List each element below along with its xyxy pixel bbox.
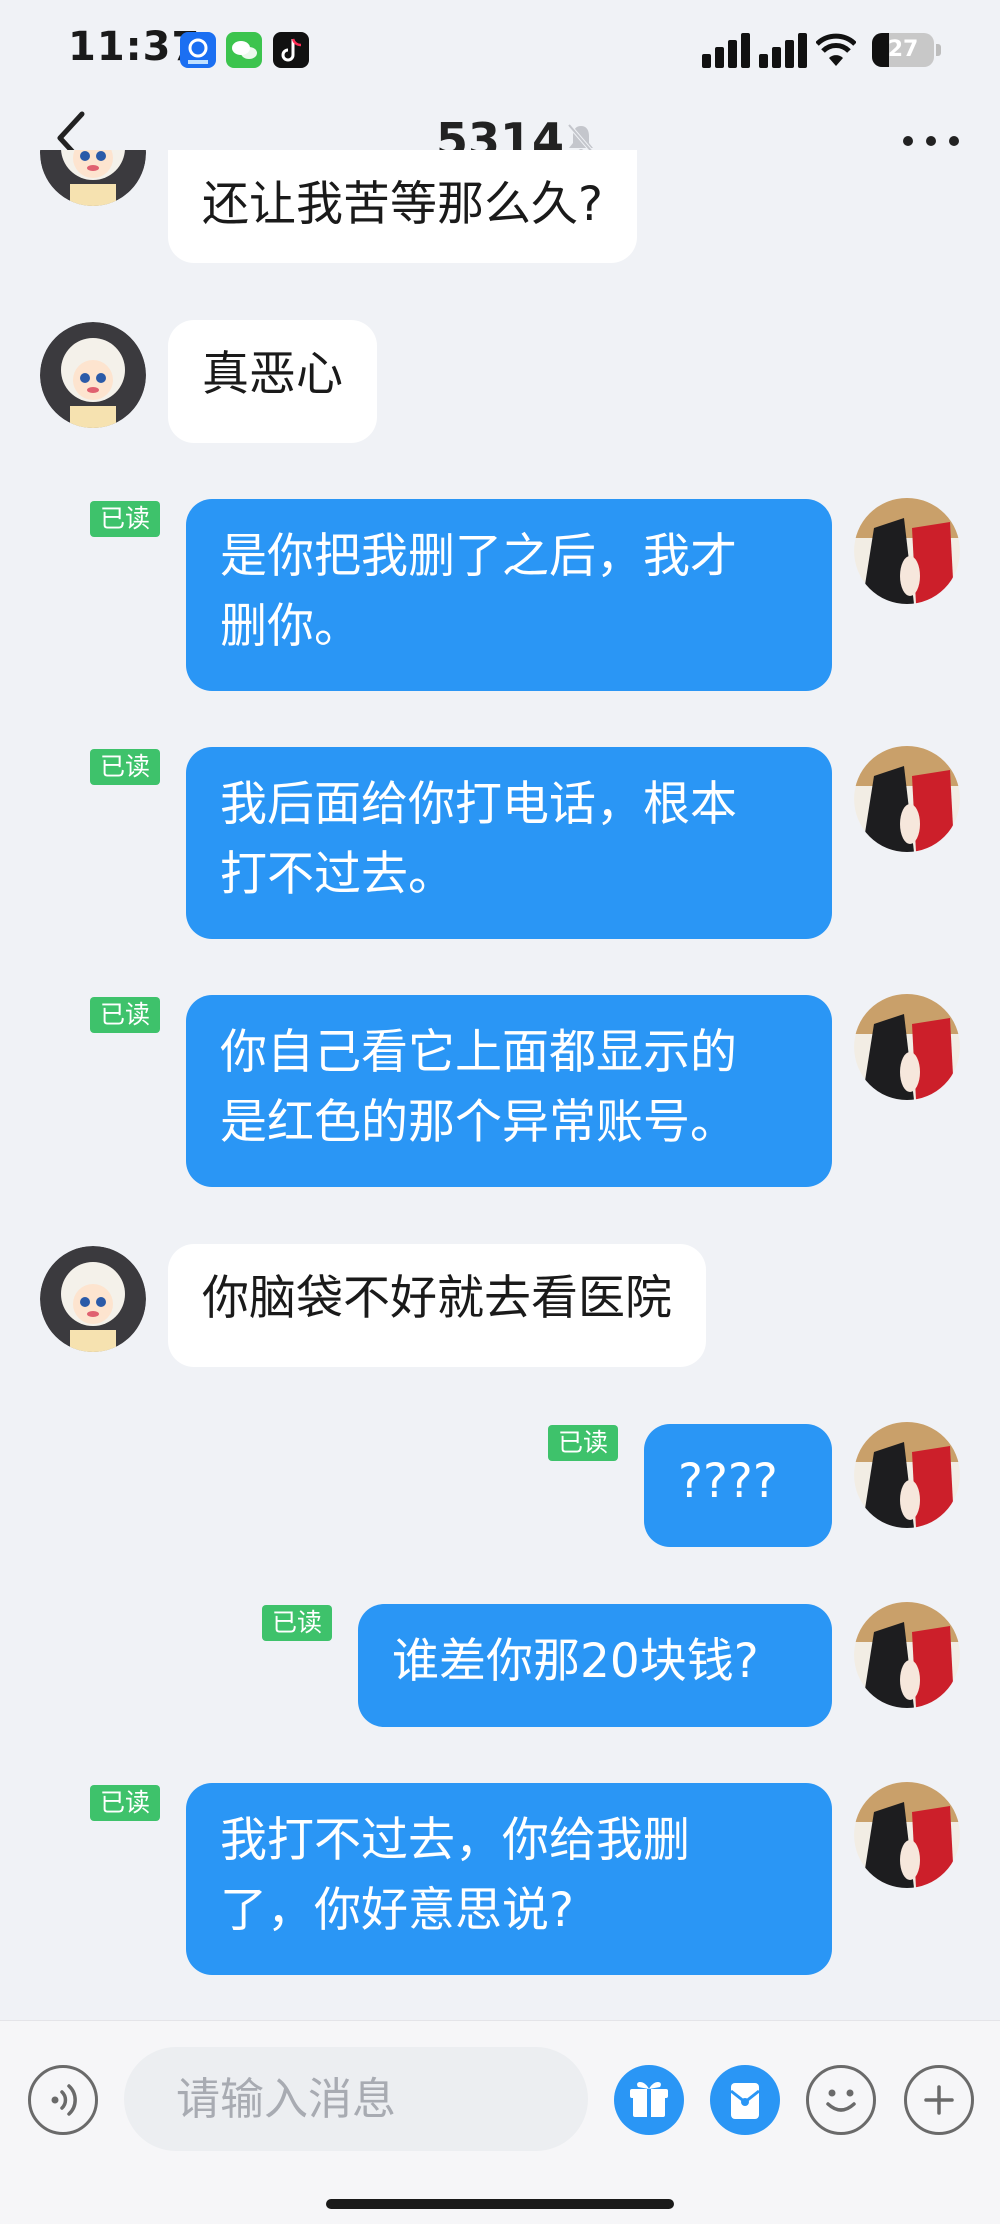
my-avatar[interactable] — [854, 1602, 960, 1708]
contact-avatar[interactable] — [40, 322, 146, 428]
message-text: 谁差你那20块钱? — [392, 1634, 759, 1689]
message-input[interactable] — [124, 2047, 588, 2151]
red-packet-icon — [730, 2083, 760, 2119]
message-text: 真恶心 — [202, 347, 343, 402]
message-bubble-outgoing[interactable]: 我打不过去，你给我删 了，你好意思说? — [186, 1783, 832, 1975]
my-avatar[interactable] — [854, 1782, 960, 1888]
read-receipt-badge: 已读 — [90, 501, 161, 537]
message-bubble-outgoing[interactable]: ???? — [644, 1424, 832, 1547]
wifi-icon — [816, 33, 856, 66]
battery-icon: 27 — [872, 33, 942, 67]
read-receipt-badge: 已读 — [548, 1425, 619, 1461]
red-packet-button[interactable] — [710, 2065, 780, 2135]
my-avatar[interactable] — [854, 746, 960, 852]
input-toolbar — [0, 2020, 1000, 2224]
message-list[interactable]: 还让我苦等那么久? 真恶心 已读 是你把我删了之后，我才 删你。 已读 我后面给… — [0, 150, 1000, 2020]
app-notification-icon — [180, 32, 216, 68]
contact-avatar[interactable] — [40, 1246, 146, 1352]
voice-icon — [51, 2084, 77, 2116]
message-bubble-incoming[interactable]: 真恶心 — [168, 320, 377, 443]
message-text-line: 我后面给你打电话，根本 — [220, 777, 737, 832]
message-bubble-outgoing[interactable]: 你自己看它上面都显示的 是红色的那个异常账号。 — [186, 995, 832, 1187]
status-bar: 11:37 27 — [0, 0, 1000, 100]
battery-level: 27 — [887, 37, 919, 62]
tiktok-icon — [273, 32, 309, 68]
message-bubble-incoming[interactable]: 还让我苦等那么久? — [168, 150, 637, 263]
message-text-line: 删你。 — [220, 599, 361, 654]
message-bubble-outgoing[interactable]: 我后面给你打电话，根本 打不过去。 — [186, 747, 832, 939]
gift-icon — [630, 2082, 668, 2117]
message-text: ???? — [678, 1454, 778, 1509]
message-text-line: 打不过去。 — [220, 847, 455, 902]
my-avatar[interactable] — [854, 994, 960, 1100]
contact-avatar[interactable] — [40, 150, 146, 206]
plus-button[interactable] — [904, 2065, 974, 2135]
home-indicator — [326, 2199, 674, 2209]
message-text-line: 了，你好意思说? — [220, 1883, 574, 1938]
message-text: 你脑袋不好就去看医院 — [202, 1271, 672, 1326]
emoji-button[interactable] — [806, 2065, 876, 2135]
message-text-line: 我打不过去，你给我删 — [220, 1813, 690, 1868]
message-text-line: 你自己看它上面都显示的 — [220, 1025, 737, 1080]
my-avatar[interactable] — [854, 1422, 960, 1528]
message-text-line: 是你把我删了之后，我才 — [220, 529, 737, 584]
message-text-line: 是红色的那个异常账号。 — [220, 1095, 737, 1150]
voice-button[interactable] — [28, 2065, 98, 2135]
read-receipt-badge: 已读 — [90, 749, 161, 785]
emoji-icon — [826, 2089, 856, 2112]
read-receipt-badge: 已读 — [262, 1605, 333, 1641]
message-bubble-outgoing[interactable]: 是你把我删了之后，我才 删你。 — [186, 499, 832, 691]
plus-icon — [924, 2085, 954, 2115]
my-avatar[interactable] — [854, 498, 960, 604]
read-receipt-badge: 已读 — [90, 997, 161, 1033]
message-bubble-outgoing[interactable]: 谁差你那20块钱? — [358, 1604, 832, 1727]
message-text: 还让我苦等那么久? — [202, 177, 603, 232]
signal-icon — [702, 33, 807, 68]
read-receipt-badge: 已读 — [90, 1785, 161, 1821]
wechat-icon — [226, 32, 262, 68]
gift-button[interactable] — [614, 2065, 684, 2135]
message-bubble-incoming[interactable]: 你脑袋不好就去看医院 — [168, 1244, 706, 1367]
